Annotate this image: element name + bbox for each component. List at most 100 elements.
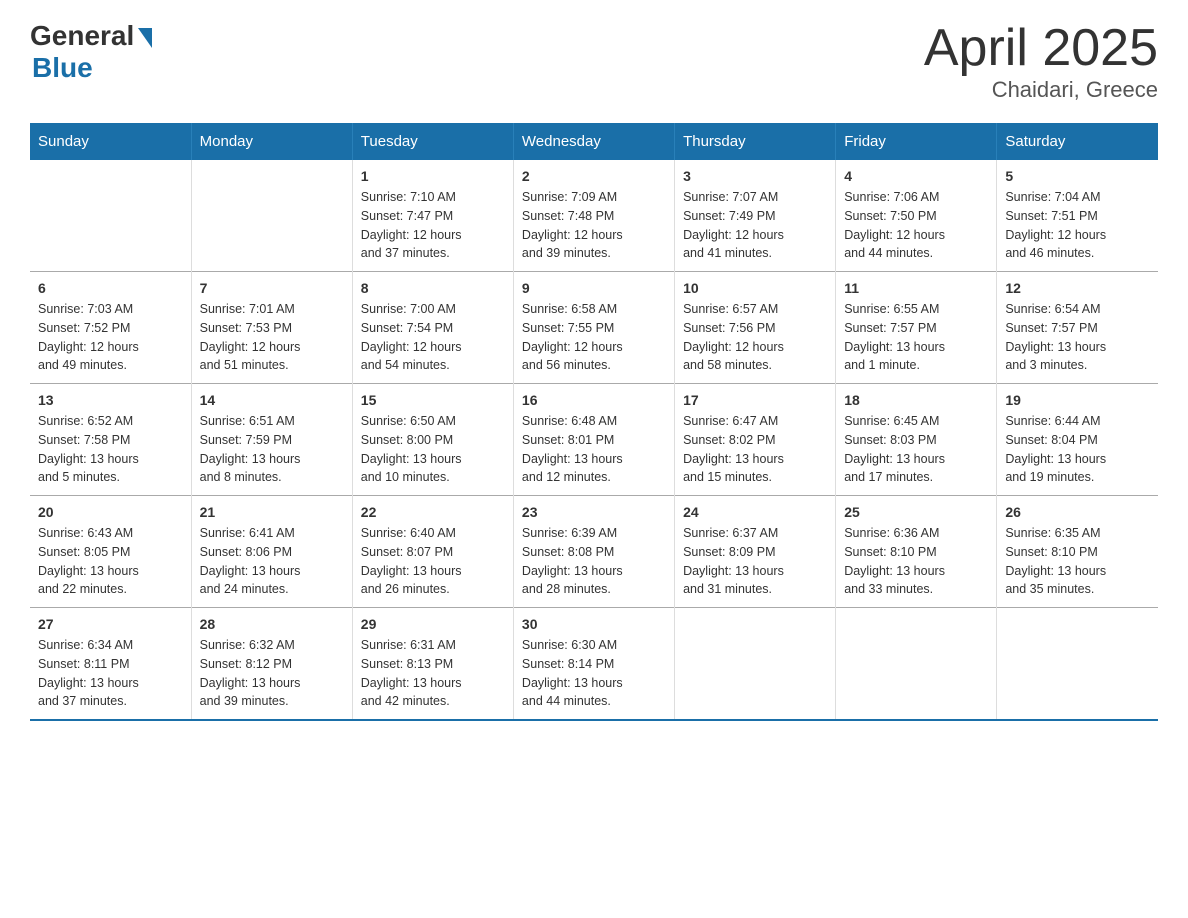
day-number: 20	[38, 504, 183, 520]
day-number: 16	[522, 392, 666, 408]
day-info: Sunrise: 6:34 AM Sunset: 8:11 PM Dayligh…	[38, 636, 183, 711]
calendar-week-2: 6 Sunrise: 7:03 AM Sunset: 7:52 PM Daylig…	[30, 272, 1158, 384]
day-number: 1	[361, 168, 505, 184]
calendar-cell	[997, 608, 1158, 721]
calendar-cell: 19 Sunrise: 6:44 AM Sunset: 8:04 PM Dayli…	[997, 384, 1158, 496]
calendar-cell: 21 Sunrise: 6:41 AM Sunset: 8:06 PM Dayli…	[191, 496, 352, 608]
calendar-cell: 28 Sunrise: 6:32 AM Sunset: 8:12 PM Dayli…	[191, 608, 352, 721]
calendar-cell: 13Sunrise: 6:52 AM Sunset: 7:58 PM Dayli…	[30, 384, 191, 496]
calendar-cell: 25 Sunrise: 6:36 AM Sunset: 8:10 PM Dayli…	[836, 496, 997, 608]
logo-arrow-icon	[138, 28, 152, 48]
calendar-cell: 2Sunrise: 7:09 AM Sunset: 7:48 PM Daylig…	[513, 160, 674, 272]
day-number: 15	[361, 392, 505, 408]
calendar-cell: 3 Sunrise: 7:07 AM Sunset: 7:49 PM Daylig…	[675, 160, 836, 272]
day-info: Sunrise: 6:32 AM Sunset: 8:12 PM Dayligh…	[200, 636, 344, 711]
day-number: 28	[200, 616, 344, 632]
calendar-cell: 5Sunrise: 7:04 AM Sunset: 7:51 PM Daylig…	[997, 160, 1158, 272]
day-info: Sunrise: 6:30 AM Sunset: 8:14 PM Dayligh…	[522, 636, 666, 711]
day-number: 24	[683, 504, 827, 520]
day-header-monday: Monday	[191, 123, 352, 160]
calendar-week-1: 1 Sunrise: 7:10 AM Sunset: 7:47 PM Daylig…	[30, 160, 1158, 272]
day-number: 14	[200, 392, 344, 408]
day-info: Sunrise: 6:35 AM Sunset: 8:10 PM Dayligh…	[1005, 524, 1150, 599]
calendar-cell	[675, 608, 836, 721]
day-header-saturday: Saturday	[997, 123, 1158, 160]
day-number: 23	[522, 504, 666, 520]
day-info: Sunrise: 7:03 AM Sunset: 7:52 PM Dayligh…	[38, 300, 183, 375]
day-info: Sunrise: 6:39 AM Sunset: 8:08 PM Dayligh…	[522, 524, 666, 599]
day-number: 21	[200, 504, 344, 520]
day-number: 27	[38, 616, 183, 632]
day-header-tuesday: Tuesday	[352, 123, 513, 160]
day-info: Sunrise: 7:07 AM Sunset: 7:49 PM Dayligh…	[683, 188, 827, 263]
day-number: 25	[844, 504, 988, 520]
calendar-cell: 27 Sunrise: 6:34 AM Sunset: 8:11 PM Dayli…	[30, 608, 191, 721]
day-info: Sunrise: 6:50 AM Sunset: 8:00 PM Dayligh…	[361, 412, 505, 487]
day-number: 10	[683, 280, 827, 296]
day-info: Sunrise: 6:55 AM Sunset: 7:57 PM Dayligh…	[844, 300, 988, 375]
page-header: General Blue April 2025 Chaidari, Greece	[30, 20, 1158, 103]
calendar-cell: 4Sunrise: 7:06 AM Sunset: 7:50 PM Daylig…	[836, 160, 997, 272]
calendar-week-4: 20 Sunrise: 6:43 AM Sunset: 8:05 PM Dayli…	[30, 496, 1158, 608]
calendar-cell: 24 Sunrise: 6:37 AM Sunset: 8:09 PM Dayli…	[675, 496, 836, 608]
day-header-sunday: Sunday	[30, 123, 191, 160]
day-number: 11	[844, 280, 988, 296]
calendar-cell: 20 Sunrise: 6:43 AM Sunset: 8:05 PM Dayli…	[30, 496, 191, 608]
calendar-table: SundayMondayTuesdayWednesdayThursdayFrid…	[30, 123, 1158, 721]
day-number: 6	[38, 280, 183, 296]
calendar-cell: 1 Sunrise: 7:10 AM Sunset: 7:47 PM Daylig…	[352, 160, 513, 272]
day-info: Sunrise: 6:37 AM Sunset: 8:09 PM Dayligh…	[683, 524, 827, 599]
day-number: 7	[200, 280, 344, 296]
calendar-cell: 16 Sunrise: 6:48 AM Sunset: 8:01 PM Dayli…	[513, 384, 674, 496]
calendar-title: April 2025	[924, 20, 1158, 77]
calendar-cell	[30, 160, 191, 272]
day-info: Sunrise: 7:09 AM Sunset: 7:48 PM Dayligh…	[522, 188, 666, 263]
day-info: Sunrise: 7:04 AM Sunset: 7:51 PM Dayligh…	[1005, 188, 1150, 263]
day-number: 30	[522, 616, 666, 632]
day-info: Sunrise: 7:01 AM Sunset: 7:53 PM Dayligh…	[200, 300, 344, 375]
calendar-cell: 18 Sunrise: 6:45 AM Sunset: 8:03 PM Dayli…	[836, 384, 997, 496]
day-header-thursday: Thursday	[675, 123, 836, 160]
day-info: Sunrise: 6:31 AM Sunset: 8:13 PM Dayligh…	[361, 636, 505, 711]
day-info: Sunrise: 6:41 AM Sunset: 8:06 PM Dayligh…	[200, 524, 344, 599]
calendar-cell: 8 Sunrise: 7:00 AM Sunset: 7:54 PM Daylig…	[352, 272, 513, 384]
day-info: Sunrise: 7:10 AM Sunset: 7:47 PM Dayligh…	[361, 188, 505, 263]
day-info: Sunrise: 6:36 AM Sunset: 8:10 PM Dayligh…	[844, 524, 988, 599]
calendar-cell: 30 Sunrise: 6:30 AM Sunset: 8:14 PM Dayli…	[513, 608, 674, 721]
calendar-week-5: 27 Sunrise: 6:34 AM Sunset: 8:11 PM Dayli…	[30, 608, 1158, 721]
day-info: Sunrise: 6:40 AM Sunset: 8:07 PM Dayligh…	[361, 524, 505, 599]
day-info: Sunrise: 6:44 AM Sunset: 8:04 PM Dayligh…	[1005, 412, 1150, 487]
calendar-cell	[191, 160, 352, 272]
calendar-week-3: 13Sunrise: 6:52 AM Sunset: 7:58 PM Dayli…	[30, 384, 1158, 496]
title-block: April 2025 Chaidari, Greece	[924, 20, 1158, 103]
day-info: Sunrise: 6:52 AM Sunset: 7:58 PM Dayligh…	[38, 412, 183, 487]
calendar-cell: 17Sunrise: 6:47 AM Sunset: 8:02 PM Dayli…	[675, 384, 836, 496]
day-number: 18	[844, 392, 988, 408]
day-info: Sunrise: 6:43 AM Sunset: 8:05 PM Dayligh…	[38, 524, 183, 599]
day-info: Sunrise: 6:51 AM Sunset: 7:59 PM Dayligh…	[200, 412, 344, 487]
day-number: 3	[683, 168, 827, 184]
calendar-cell: 29 Sunrise: 6:31 AM Sunset: 8:13 PM Dayli…	[352, 608, 513, 721]
day-number: 8	[361, 280, 505, 296]
calendar-cell	[836, 608, 997, 721]
calendar-cell: 7 Sunrise: 7:01 AM Sunset: 7:53 PM Daylig…	[191, 272, 352, 384]
calendar-cell: 23 Sunrise: 6:39 AM Sunset: 8:08 PM Dayli…	[513, 496, 674, 608]
day-info: Sunrise: 6:45 AM Sunset: 8:03 PM Dayligh…	[844, 412, 988, 487]
logo-blue-text: Blue	[32, 52, 93, 84]
day-number: 26	[1005, 504, 1150, 520]
day-info: Sunrise: 6:48 AM Sunset: 8:01 PM Dayligh…	[522, 412, 666, 487]
day-number: 9	[522, 280, 666, 296]
day-number: 19	[1005, 392, 1150, 408]
calendar-header-row: SundayMondayTuesdayWednesdayThursdayFrid…	[30, 123, 1158, 160]
logo: General Blue	[30, 20, 152, 84]
day-number: 17	[683, 392, 827, 408]
day-info: Sunrise: 6:58 AM Sunset: 7:55 PM Dayligh…	[522, 300, 666, 375]
day-info: Sunrise: 6:57 AM Sunset: 7:56 PM Dayligh…	[683, 300, 827, 375]
day-info: Sunrise: 7:00 AM Sunset: 7:54 PM Dayligh…	[361, 300, 505, 375]
day-number: 22	[361, 504, 505, 520]
calendar-cell: 9 Sunrise: 6:58 AM Sunset: 7:55 PM Daylig…	[513, 272, 674, 384]
day-number: 29	[361, 616, 505, 632]
day-header-wednesday: Wednesday	[513, 123, 674, 160]
calendar-cell: 11 Sunrise: 6:55 AM Sunset: 7:57 PM Dayli…	[836, 272, 997, 384]
calendar-subtitle: Chaidari, Greece	[924, 77, 1158, 103]
